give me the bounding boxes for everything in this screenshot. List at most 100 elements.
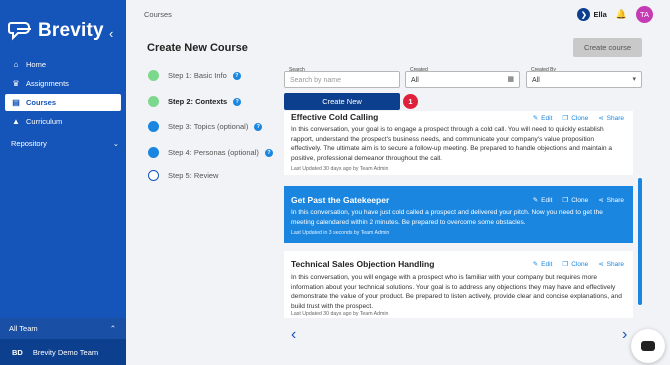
- sidebar-item-courses[interactable]: ▤ Courses: [5, 94, 121, 111]
- pencil-icon: ✎: [532, 197, 539, 204]
- sidebar-item-curriculum[interactable]: ▲ Curriculum: [5, 113, 121, 130]
- step-personas[interactable]: Step 4: Personas (optional) ?: [148, 147, 273, 158]
- course-title: Get Past the Gatekeeper: [291, 195, 390, 205]
- step-label: Step 1: Basic Info: [168, 71, 227, 80]
- step-current-indicator: [148, 96, 159, 107]
- help-icon[interactable]: ?: [232, 71, 241, 80]
- help-icon[interactable]: ?: [264, 148, 273, 157]
- list-item[interactable]: Technical Sales Objection Handling ✎ Edit…: [284, 251, 633, 318]
- edit-label: Edit: [541, 260, 553, 268]
- search-input[interactable]: Search by name: [284, 71, 400, 88]
- chevron-right-icon[interactable]: ›: [622, 326, 627, 344]
- team-selector[interactable]: All Team ⌃: [0, 318, 126, 339]
- chevron-left-icon[interactable]: ‹: [291, 326, 296, 344]
- sidebar-item-repository[interactable]: Repository ⌄: [11, 139, 119, 148]
- calendar-icon[interactable]: ▦: [507, 75, 514, 83]
- step-review[interactable]: Step 5: Review: [148, 170, 218, 181]
- share-action[interactable]: ⋖ Share: [598, 196, 624, 205]
- created-by-filter: Created By All ▾: [526, 66, 642, 88]
- top-bar: Courses ❯ Ella 🔔 TA: [126, 0, 670, 30]
- sidebar-item-label: Assignments: [26, 79, 69, 88]
- list-scrollbar[interactable]: [638, 178, 642, 305]
- home-icon: ⌂: [13, 60, 19, 69]
- sidebar-item-home[interactable]: ⌂ Home: [5, 56, 121, 73]
- course-meta: Last Updated 30 days ago by Team Admin: [291, 311, 389, 317]
- edit-action[interactable]: ✎ Edit: [532, 114, 553, 123]
- chat-icon: [641, 341, 655, 351]
- share-label: Share: [606, 196, 624, 204]
- step-contexts[interactable]: Step 2: Contexts ?: [148, 96, 242, 107]
- edit-action[interactable]: ✎ Edit: [533, 260, 553, 269]
- org-name: Brevity Demo Team: [32, 347, 99, 357]
- list-item[interactable]: Effective Cold Calling ✎ Edit ❐ Clone ⋖ Sha…: [284, 111, 633, 175]
- brevity-user-icon: ❯: [577, 8, 591, 21]
- course-meta: Last Updated 30 days ago by Team Admin: [291, 166, 389, 172]
- create-course-button[interactable]: Create course: [573, 38, 642, 57]
- sidebar-item-assignments[interactable]: ♛ Assignments: [5, 75, 121, 92]
- bell-icon[interactable]: 🔔: [616, 9, 627, 20]
- step-label: Step 4: Personas (optional): [168, 148, 259, 157]
- pencil-icon: ✎: [532, 115, 539, 122]
- share-icon: ⋖: [598, 261, 604, 268]
- sidebar-item-label: Curriculum: [26, 117, 63, 126]
- user-switch[interactable]: ❯ Ella: [577, 8, 607, 21]
- copy-icon: ❐: [562, 115, 569, 122]
- breadcrumb[interactable]: Courses: [144, 10, 172, 19]
- create-new-button[interactable]: Create New: [284, 93, 400, 110]
- share-label: Share: [606, 114, 624, 122]
- trophy-icon: ♛: [12, 79, 20, 88]
- page-title: Create New Course: [147, 42, 248, 54]
- share-label: Share: [606, 260, 624, 268]
- sidebar-nav: ⌂ Home ♛ Assignments ▤ Courses ▲ Curricu…: [5, 56, 121, 132]
- edit-action[interactable]: ✎ Edit: [532, 196, 553, 205]
- org-switcher[interactable]: BD Brevity Demo Team: [0, 339, 126, 365]
- sidebar: Brevity ‹ ⌂ Home ♛ Assignments ▤ Courses…: [0, 0, 126, 365]
- collapse-sidebar-icon[interactable]: ‹: [109, 26, 113, 41]
- step-done-indicator: [148, 70, 159, 81]
- user-menu: ❯ Ella 🔔 TA: [577, 6, 653, 23]
- help-icon[interactable]: ?: [254, 122, 263, 131]
- card-actions: ✎ Edit ❐ Clone ⋖ Share: [533, 260, 624, 269]
- clone-label: Clone: [571, 196, 589, 204]
- step-pending-indicator: [148, 121, 159, 132]
- step-number-badge: 1: [403, 94, 418, 109]
- edit-label: Edit: [541, 196, 553, 204]
- step-label: Step 3: Topics (optional): [168, 122, 249, 131]
- course-description: In this conversation, you have just cold…: [291, 209, 603, 226]
- caret-down-icon[interactable]: ▾: [632, 75, 636, 83]
- brevity-logo-icon: [8, 22, 31, 41]
- sidebar-item-label: Home: [26, 60, 47, 69]
- help-icon[interactable]: ?: [233, 97, 242, 106]
- step-topics[interactable]: Step 3: Topics (optional) ?: [148, 121, 263, 132]
- copy-icon: ❐: [562, 197, 569, 204]
- clone-action[interactable]: ❐ Clone: [562, 196, 589, 205]
- copy-icon: ❐: [562, 261, 569, 268]
- user-name: Ella: [593, 10, 607, 19]
- created-date-picker[interactable]: All: [405, 71, 520, 88]
- org-initials: BD: [12, 347, 23, 357]
- list-item[interactable]: Get Past the Gatekeeper ✎ Edit ❐ Clone ⋖ Sh…: [284, 186, 633, 243]
- step-pending-indicator: [148, 147, 159, 158]
- chevron-up-icon: ⌃: [109, 324, 116, 333]
- created-by-select[interactable]: All: [526, 71, 642, 88]
- chat-widget-button[interactable]: [631, 329, 665, 363]
- chevron-down-icon: ⌄: [112, 139, 119, 148]
- course-description: In this conversation, your goal is to en…: [291, 126, 613, 162]
- share-action[interactable]: ⋖ Share: [598, 260, 624, 269]
- team-label: All Team: [9, 324, 38, 333]
- clone-action[interactable]: ❐ Clone: [562, 114, 589, 123]
- clone-action[interactable]: ❐ Clone: [562, 260, 589, 269]
- clone-label: Clone: [571, 114, 589, 122]
- card-actions: ✎ Edit ❐ Clone ⋖ Share: [532, 114, 624, 123]
- clone-label: Clone: [571, 260, 589, 268]
- step-basic-info[interactable]: Step 1: Basic Info ?: [148, 70, 241, 81]
- share-action[interactable]: ⋖ Share: [598, 114, 624, 123]
- repository-label: Repository: [11, 139, 47, 148]
- search-filter: Search Search by name: [284, 66, 400, 88]
- avatar[interactable]: TA: [636, 6, 653, 23]
- step-empty-indicator: [148, 170, 159, 181]
- brand-logo[interactable]: Brevity: [8, 20, 104, 42]
- sidebar-item-label: Courses: [26, 98, 57, 107]
- book-icon: ▤: [12, 98, 20, 107]
- course-title: Technical Sales Objection Handling: [291, 259, 435, 269]
